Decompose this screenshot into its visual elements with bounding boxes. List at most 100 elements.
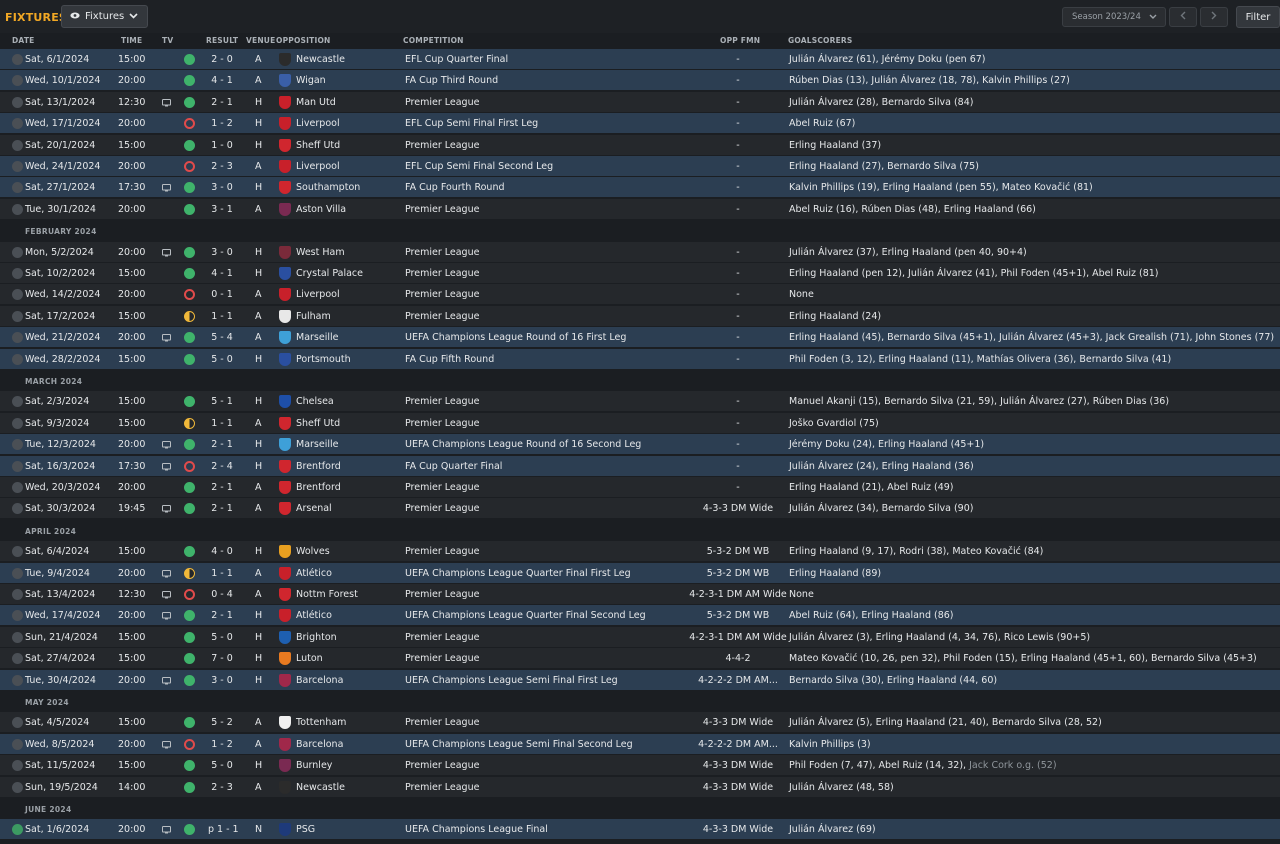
opposition-link[interactable]: Crystal Palace bbox=[296, 268, 363, 279]
match-result[interactable]: 1 - 1 bbox=[208, 568, 236, 579]
competition-link[interactable]: Premier League bbox=[405, 717, 479, 728]
table-row[interactable]: Sat, 17/2/2024 15:00 1 - 1 A Fulham Premier L… bbox=[0, 306, 1280, 327]
table-row[interactable]: Wed, 28/2/2024 15:00 5 - 0 H Portsmouth FA Cu… bbox=[0, 349, 1280, 370]
competition-link[interactable]: EFL Cup Quarter Final bbox=[405, 54, 508, 65]
competition-link[interactable]: FA Cup Third Round bbox=[405, 75, 498, 86]
opposition-link[interactable]: Wigan bbox=[296, 75, 326, 86]
competition-link[interactable]: Premier League bbox=[405, 546, 479, 557]
competition-link[interactable]: Premier League bbox=[405, 782, 479, 793]
match-result[interactable]: 2 - 0 bbox=[208, 54, 236, 65]
table-row[interactable]: Sat, 10/2/2024 15:00 4 - 1 H Crystal Palace P… bbox=[0, 263, 1280, 284]
table-row[interactable]: Sat, 11/5/2024 15:00 5 - 0 H Burnley Premier … bbox=[0, 755, 1280, 776]
match-result[interactable]: 4 - 1 bbox=[208, 268, 236, 279]
match-result[interactable]: 1 - 0 bbox=[208, 140, 236, 151]
column-header-goalscorers[interactable]: GOALSCORERS bbox=[788, 36, 852, 45]
match-result[interactable]: 5 - 0 bbox=[208, 760, 236, 771]
match-result[interactable]: 5 - 1 bbox=[208, 396, 236, 407]
column-header-date[interactable]: DATE bbox=[12, 36, 35, 45]
competition-link[interactable]: UEFA Champions League Semi Final First L… bbox=[405, 675, 618, 686]
match-result[interactable]: 2 - 4 bbox=[208, 461, 236, 472]
competition-link[interactable]: UEFA Champions League Round of 16 Second… bbox=[405, 439, 641, 450]
competition-link[interactable]: Premier League bbox=[405, 97, 479, 108]
match-result[interactable]: 0 - 4 bbox=[208, 589, 236, 600]
opposition-link[interactable]: Liverpool bbox=[296, 118, 340, 129]
match-result[interactable]: 2 - 1 bbox=[208, 439, 236, 450]
competition-link[interactable]: Premier League bbox=[405, 289, 479, 300]
column-header-opp-fmn[interactable]: OPP FMN bbox=[720, 36, 760, 45]
table-row[interactable]: Sat, 2/3/2024 15:00 5 - 1 H Chelsea Premier L… bbox=[0, 391, 1280, 412]
match-result[interactable]: 3 - 0 bbox=[208, 182, 236, 193]
opposition-link[interactable]: Brentford bbox=[296, 482, 341, 493]
competition-link[interactable]: Premier League bbox=[405, 418, 479, 429]
table-row[interactable]: Sat, 27/1/2024 17:30 3 - 0 H Southampton FA C… bbox=[0, 177, 1280, 198]
opposition-link[interactable]: Burnley bbox=[296, 760, 332, 771]
opposition-link[interactable]: Luton bbox=[296, 653, 323, 664]
table-row[interactable]: Sat, 30/3/2024 19:45 2 - 1 A Arsenal Premier … bbox=[0, 498, 1280, 519]
competition-link[interactable]: UEFA Champions League Round of 16 First … bbox=[405, 332, 626, 343]
opposition-link[interactable]: Newcastle bbox=[296, 54, 345, 65]
competition-link[interactable]: UEFA Champions League Quarter Final Seco… bbox=[405, 610, 646, 621]
competition-link[interactable]: EFL Cup Semi Final First Leg bbox=[405, 118, 538, 129]
opposition-link[interactable]: Liverpool bbox=[296, 161, 340, 172]
opposition-link[interactable]: Fulham bbox=[296, 311, 331, 322]
competition-link[interactable]: UEFA Champions League Quarter Final Firs… bbox=[405, 568, 631, 579]
opposition-link[interactable]: Aston Villa bbox=[296, 204, 346, 215]
opposition-link[interactable]: Tottenham bbox=[296, 717, 346, 728]
table-row[interactable]: Sat, 13/4/2024 12:30 0 - 4 A Nottm Forest Pre… bbox=[0, 584, 1280, 605]
table-row[interactable]: Wed, 17/1/2024 20:00 1 - 2 H Liverpool EFL Cu… bbox=[0, 113, 1280, 134]
table-row[interactable]: Sat, 6/1/2024 15:00 2 - 0 A Newcastle EFL Cup… bbox=[0, 49, 1280, 70]
table-row[interactable]: Tue, 9/4/2024 20:00 1 - 1 A Atlético UEFA Cha… bbox=[0, 563, 1280, 584]
match-result[interactable]: 2 - 1 bbox=[208, 610, 236, 621]
table-row[interactable]: Sat, 4/5/2024 15:00 5 - 2 A Tottenham Premier… bbox=[0, 712, 1280, 733]
opposition-link[interactable]: Southampton bbox=[296, 182, 360, 193]
opposition-link[interactable]: Portsmouth bbox=[296, 354, 351, 365]
match-result[interactable]: 0 - 1 bbox=[208, 289, 236, 300]
table-row[interactable]: Sat, 27/4/2024 15:00 7 - 0 H Luton Premier Le… bbox=[0, 648, 1280, 669]
table-row[interactable]: Tue, 30/1/2024 20:00 3 - 1 A Aston Villa Prem… bbox=[0, 199, 1280, 220]
opposition-link[interactable]: Marseille bbox=[296, 332, 338, 343]
opposition-link[interactable]: Brentford bbox=[296, 461, 341, 472]
match-result[interactable]: 2 - 3 bbox=[208, 161, 236, 172]
opposition-link[interactable]: Liverpool bbox=[296, 289, 340, 300]
match-result[interactable]: 3 - 1 bbox=[208, 204, 236, 215]
match-result[interactable]: 2 - 1 bbox=[208, 97, 236, 108]
table-row[interactable]: Wed, 14/2/2024 20:00 0 - 1 A Liverpool Premie… bbox=[0, 284, 1280, 305]
match-result[interactable]: 3 - 0 bbox=[208, 247, 236, 258]
column-header-time[interactable]: TIME bbox=[121, 36, 142, 45]
match-result[interactable]: 5 - 2 bbox=[208, 717, 236, 728]
table-row[interactable]: Sat, 20/1/2024 15:00 1 - 0 H Sheff Utd Premie… bbox=[0, 135, 1280, 156]
table-row[interactable]: Sat, 16/3/2024 17:30 2 - 4 H Brentford FA Cup… bbox=[0, 456, 1280, 477]
competition-link[interactable]: Premier League bbox=[405, 632, 479, 643]
match-result[interactable]: 5 - 0 bbox=[208, 632, 236, 643]
match-result[interactable]: 1 - 2 bbox=[208, 739, 236, 750]
opposition-link[interactable]: Sheff Utd bbox=[296, 140, 340, 151]
match-result[interactable]: 1 - 2 bbox=[208, 118, 236, 129]
table-row[interactable]: Wed, 20/3/2024 20:00 2 - 1 A Brentford Premie… bbox=[0, 477, 1280, 498]
column-header-result[interactable]: RESULT bbox=[206, 36, 238, 45]
opposition-link[interactable]: Wolves bbox=[296, 546, 330, 557]
opposition-link[interactable]: Marseille bbox=[296, 439, 338, 450]
filter-button[interactable]: Filter bbox=[1236, 6, 1280, 28]
previous-season-button[interactable] bbox=[1169, 7, 1197, 27]
opposition-link[interactable]: Sheff Utd bbox=[296, 418, 340, 429]
table-row[interactable]: Tue, 12/3/2024 20:00 2 - 1 H Marseille UEFA C… bbox=[0, 434, 1280, 455]
table-row[interactable]: Wed, 10/1/2024 20:00 4 - 1 A Wigan FA Cup Thi… bbox=[0, 70, 1280, 91]
opposition-link[interactable]: Man Utd bbox=[296, 97, 336, 108]
table-row[interactable]: Sat, 6/4/2024 15:00 4 - 0 H Wolves Premier Le… bbox=[0, 541, 1280, 562]
table-row[interactable]: Sat, 9/3/2024 15:00 1 - 1 A Sheff Utd Premier… bbox=[0, 413, 1280, 434]
opposition-link[interactable]: West Ham bbox=[296, 247, 345, 258]
opposition-link[interactable]: Atlético bbox=[296, 568, 332, 579]
competition-link[interactable]: Premier League bbox=[405, 140, 479, 151]
opposition-link[interactable]: Brighton bbox=[296, 632, 337, 643]
table-row[interactable]: Sun, 19/5/2024 14:00 2 - 3 A Newcastle Premie… bbox=[0, 777, 1280, 798]
competition-link[interactable]: Premier League bbox=[405, 396, 479, 407]
table-row[interactable]: Mon, 5/2/2024 20:00 3 - 0 H West Ham Premier … bbox=[0, 242, 1280, 263]
opposition-link[interactable]: Barcelona bbox=[296, 675, 343, 686]
match-result[interactable]: 2 - 3 bbox=[208, 782, 236, 793]
table-row[interactable]: Wed, 17/4/2024 20:00 2 - 1 H Atlético UEFA Ch… bbox=[0, 605, 1280, 626]
match-result[interactable]: 1 - 1 bbox=[208, 418, 236, 429]
match-result[interactable]: 2 - 1 bbox=[208, 482, 236, 493]
match-result[interactable]: 3 - 0 bbox=[208, 675, 236, 686]
competition-link[interactable]: Premier League bbox=[405, 653, 479, 664]
match-result[interactable]: 7 - 0 bbox=[208, 653, 236, 664]
